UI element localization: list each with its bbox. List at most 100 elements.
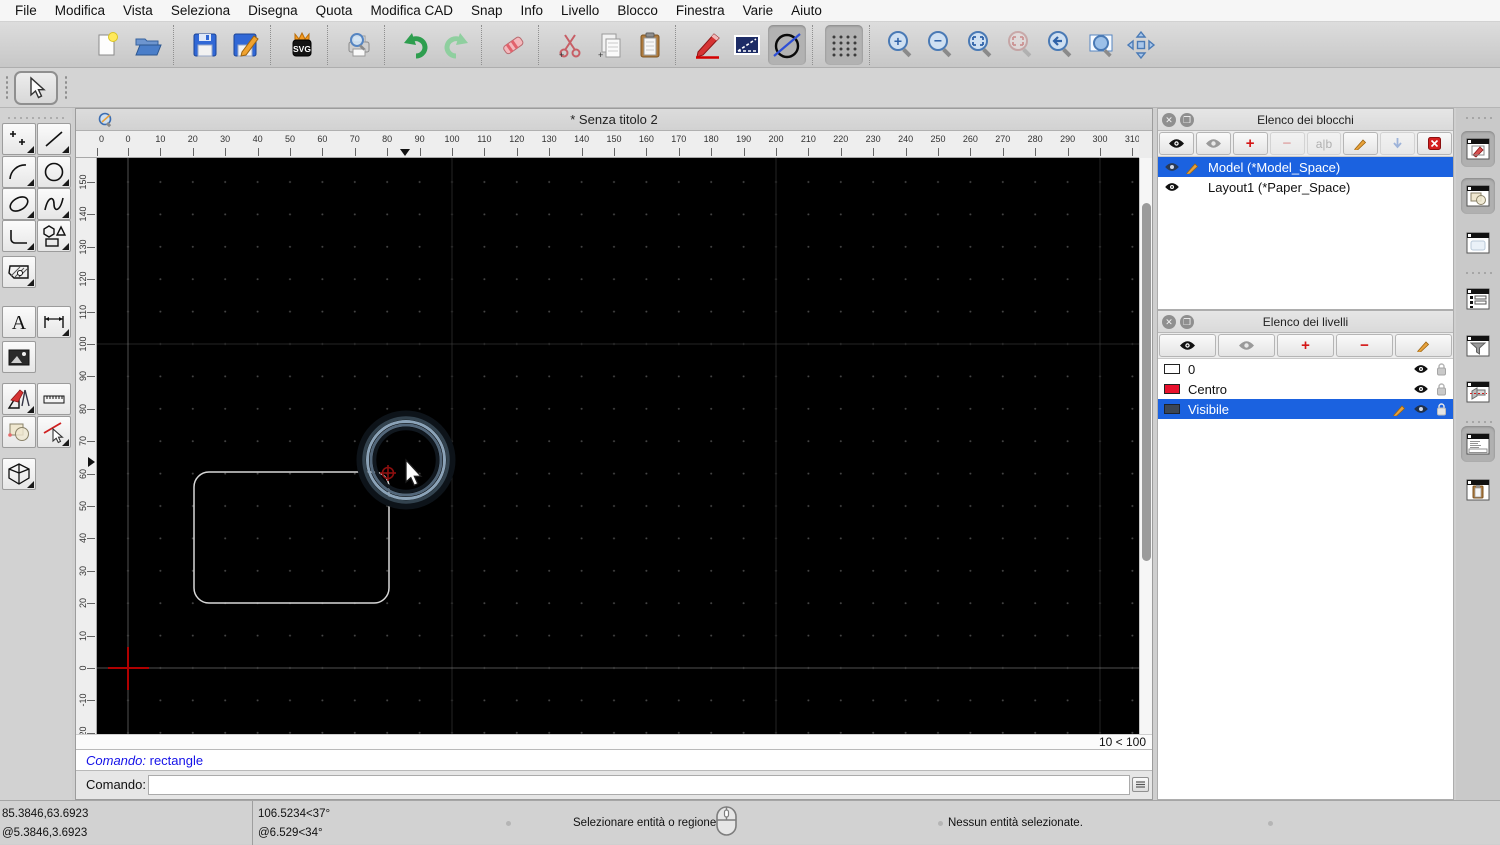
layer-remove-button[interactable]: − [1336,334,1393,357]
property-editor-toggle[interactable] [1461,131,1495,167]
layer-color-swatch[interactable] [1164,404,1180,414]
circle-tool-button[interactable] [37,156,71,188]
print-preview-button[interactable] [340,25,378,65]
menu-vista[interactable]: Vista [114,0,162,22]
eye-icon[interactable] [1164,182,1180,192]
pointer-tool-button[interactable] [14,71,58,105]
save-as-button[interactable] [226,25,264,65]
menu-disegna[interactable]: Disegna [239,0,307,22]
line-tool-button[interactable] [37,123,71,155]
command-expand-button[interactable] [1132,777,1149,792]
modify-entity-tool-button[interactable] [37,416,71,448]
menu-file[interactable]: File [6,0,46,22]
layer-edit-button[interactable] [1395,334,1452,357]
polyline-tool-button[interactable] [2,220,36,252]
command-input[interactable] [148,775,1130,795]
layer-row-visibile[interactable]: Visibile [1158,399,1453,419]
clipboard-panel-toggle[interactable] [1461,472,1495,508]
block-add-button[interactable]: + [1232,132,1268,155]
zoom-auto-button[interactable] [962,25,1000,65]
paste-button[interactable] [631,25,669,65]
zoom-selection-button[interactable] [1002,25,1040,65]
lock-icon[interactable] [1436,402,1447,416]
dimension-tool-button[interactable] [37,306,71,338]
menu-varie[interactable]: Varie [734,0,783,22]
eye-icon[interactable] [1164,162,1180,172]
funnel-icon [1466,335,1490,357]
library-browser-toggle[interactable] [1461,374,1495,410]
grid-toggle-button[interactable] [825,24,863,65]
layer-color-swatch[interactable] [1164,384,1180,394]
new-file-button[interactable] [89,25,127,65]
menu-aiuto[interactable]: Aiuto [782,0,831,22]
measure-tool-button[interactable] [37,383,71,415]
spline-tool-button[interactable] [37,188,71,220]
menu-quota[interactable]: Quota [307,0,362,22]
canvas-scrollbar[interactable] [1139,158,1152,734]
menu-info[interactable]: Info [512,0,553,22]
cut-button[interactable]: + [551,25,589,65]
modify-tool-button[interactable] [2,383,36,415]
block-rename-button[interactable]: a|b [1306,132,1342,155]
layer-show-all-button[interactable] [1159,334,1216,357]
command-line-toggle[interactable] [1461,426,1495,462]
eye-icon[interactable] [1413,384,1429,394]
layer-hide-all-button[interactable] [1218,334,1275,357]
redo-button[interactable] [437,25,475,65]
lock-icon[interactable] [1436,382,1447,396]
menu-seleziona[interactable]: Seleziona [162,0,239,22]
solid-tool-button[interactable] [2,458,36,490]
zoom-previous-button[interactable] [1042,25,1080,65]
block-edit-button[interactable] [1343,132,1379,155]
drawing-window-titlebar[interactable]: * Senza titolo 2 [76,109,1152,131]
save-button[interactable] [186,25,224,65]
boolean-tool-button[interactable] [2,416,36,448]
block-insert-button[interactable] [1380,132,1416,155]
draw-color-button[interactable] [688,25,726,65]
menu-blocco[interactable]: Blocco [608,0,667,22]
eye-icon[interactable] [1413,364,1429,374]
block-show-all-button[interactable] [1159,132,1194,155]
block-hide-all-button[interactable] [1195,132,1231,155]
ellipse-tool-button[interactable] [2,188,36,220]
undo-button[interactable] [397,25,435,65]
hatch-tool-button[interactable] [2,256,36,288]
block-row-model[interactable]: Model (*Model_Space) [1158,157,1453,177]
block-purge-button[interactable] [1417,132,1452,155]
reference-points-toggle[interactable] [1461,225,1495,261]
shapes-tool-button[interactable] [37,220,71,252]
lock-icon[interactable] [1436,362,1447,376]
selection-filter-toggle[interactable] [1461,178,1495,214]
menu-finestra[interactable]: Finestra [667,0,734,22]
image-tool-button[interactable] [2,341,36,373]
zoom-out-button[interactable]: − [922,25,960,65]
menu-snap[interactable]: Snap [462,0,512,22]
block-row-layout1[interactable]: Layout1 (*Paper_Space) [1158,177,1453,197]
arc-tool-button[interactable] [2,156,36,188]
drawing-canvas[interactable] [97,158,1139,734]
layer-filter-toggle[interactable] [1461,328,1495,364]
menu-modifica-cad[interactable]: Modifica CAD [361,0,462,22]
zoom-in-button[interactable]: + [882,25,920,65]
selection-tool-button[interactable] [728,25,766,65]
menu-modifica[interactable]: Modifica [46,0,114,22]
open-file-button[interactable] [129,25,167,65]
layer-add-button[interactable]: + [1277,334,1334,357]
menu-livello[interactable]: Livello [552,0,608,22]
copy-button[interactable]: + [591,25,629,65]
eye-icon[interactable] [1413,404,1429,414]
text-tool-button[interactable]: A [2,306,36,338]
zoom-window-button[interactable] [1082,25,1120,65]
main-toolbar: SVG + + + − [0,22,1500,68]
scrollbar-thumb[interactable] [1142,203,1151,561]
block-list-toggle[interactable] [1461,281,1495,317]
points-tool-button[interactable] [2,123,36,155]
delete-button[interactable] [494,25,532,65]
zoom-pan-button[interactable] [1122,25,1160,65]
svg-export-button[interactable]: SVG [283,25,321,65]
layer-row-centro[interactable]: Centro [1158,379,1453,399]
layer-row-0[interactable]: 0 [1158,359,1453,379]
draft-mode-button[interactable] [768,24,806,65]
block-remove-button[interactable]: − [1269,132,1305,155]
layer-color-swatch[interactable] [1164,364,1180,374]
